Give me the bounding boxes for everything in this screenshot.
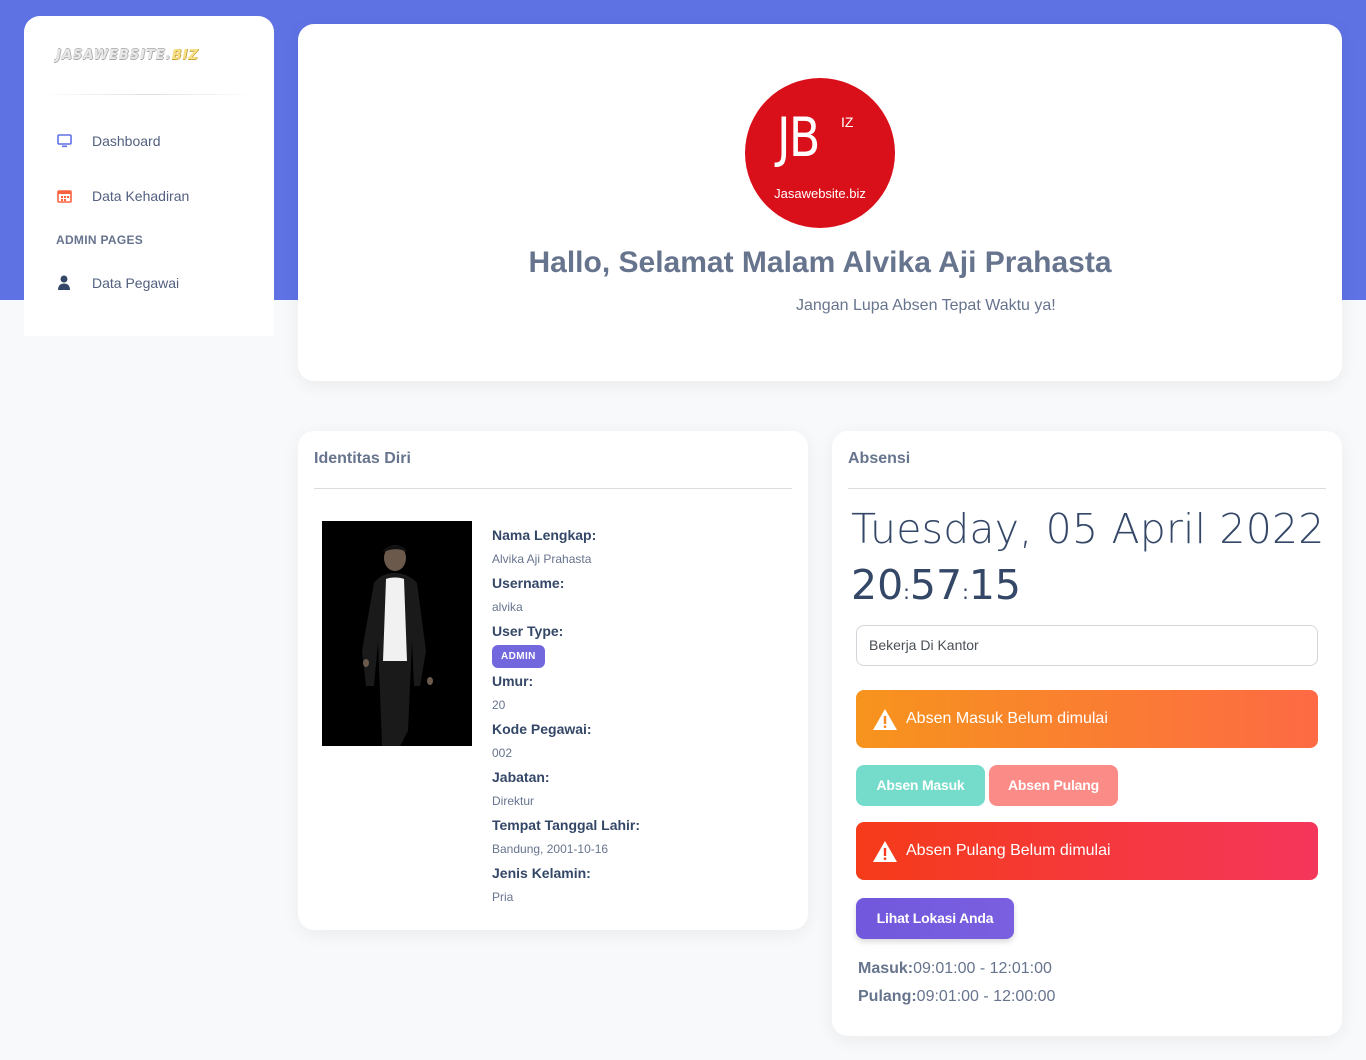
welcome-card: JB IZ Jasawebsite.biz Hallo, Selamat Mal… [298,24,1342,381]
field-value-username: alvika [492,600,523,614]
field-label-umur: Umur: [492,673,534,689]
schedule-pulang-label: Pulang: [858,988,917,1005]
lihat-lokasi-button[interactable]: Lihat Lokasi Anda [856,898,1014,939]
field-value-kode-pegawai: 002 [492,746,513,760]
sidebar-item-label: Data Kehadiran [92,187,190,204]
sidebar-nav: Dashboard Data Kehadiran ADMIN PAGES Dat… [24,95,274,310]
field-label-kode-pegawai: Kode Pegawai: [492,721,592,737]
field-value-jabatan: Direktur [492,794,535,808]
field-value-jenis-kelamin: Pria [492,890,514,904]
company-logo: JB IZ Jasawebsite.biz [745,78,895,228]
field-value-nama: Alvika Aji Prahasta [492,552,592,566]
sidebar-item-label: Dashboard [92,132,161,149]
alert-masuk-text: Absen Masuk Belum dimulai [906,710,1108,727]
current-date: Tuesday, 05 April 2022 [851,505,1325,553]
identity-card-title: Identitas Diri [314,450,411,467]
field-value-umur: 20 [492,698,506,712]
time-hours: 20 [851,561,904,609]
time-seconds: 15 [968,561,1022,609]
identity-fields: Nama Lengkap: Alvika Aji Prahasta Userna… [492,524,792,910]
absen-pulang-button[interactable]: Absen Pulang [989,765,1118,806]
user-icon [56,275,72,291]
schedule-masuk: Masuk:09:01:00 - 12:01:00 [858,960,1052,978]
field-label-ttl: Tempat Tanggal Lahir: [492,817,641,833]
schedule-masuk-label: Masuk: [858,960,914,977]
brand-logo[interactable]: JASAWEBSITE.BIZ [24,16,274,94]
current-time: 20:57:15 [851,561,1021,609]
sidebar-item-label: Data Pegawai [92,274,180,291]
time-separator: : [962,580,969,604]
field-label-nama: Nama Lengkap: [492,527,597,543]
brand-suffix-text: BIZ [171,47,199,63]
absensi-card-title: Absensi [848,450,911,467]
sidebar-section-heading: ADMIN PAGES [56,233,144,247]
time-minutes: 57 [909,561,963,609]
greeting-subtitle: Jangan Lupa Absen Tepat Waktu ya! [796,297,1056,314]
greeting-title: Hallo, Selamat Malam Alvika Aji Prahasta [528,246,1112,279]
logo-superscript: IZ [841,114,854,130]
logo-site-text: Jasawebsite.biz [774,186,866,201]
user-type-badge: ADMIN [492,645,545,668]
field-label-user-type: User Type: [492,623,564,639]
field-label-jabatan: Jabatan: [492,769,550,785]
schedule-masuk-value: 09:01:00 - 12:01:00 [913,960,1052,977]
work-mode-select[interactable]: Bekerja Di Kantor [856,625,1318,666]
logo-initials: JB [777,106,820,169]
sidebar: JASAWEBSITE.BIZ Dashboard Data Kehadiran… [24,16,274,336]
calendar-icon [56,188,72,204]
identity-card-divider [314,488,792,489]
warning-icon [872,840,898,863]
identity-card: Identitas Diri Nama Lengkap: Alvika Aji … [298,431,808,930]
sidebar-item-data-pegawai[interactable]: Data Pegawai [24,255,274,310]
alert-pulang-text: Absen Pulang Belum dimulai [906,842,1111,859]
sidebar-item-data-kehadiran[interactable]: Data Kehadiran [24,168,274,223]
sidebar-item-dashboard[interactable]: Dashboard [24,113,274,168]
schedule-pulang: Pulang:09:01:00 - 12:00:00 [858,988,1055,1006]
field-label-jenis-kelamin: Jenis Kelamin: [492,865,591,881]
alert-absen-pulang: Absen Pulang Belum dimulai [856,822,1318,880]
profile-photo [322,521,472,746]
field-label-username: Username: [492,575,565,591]
warning-icon [872,708,898,731]
brand-main-text: JASAWEBSITE. [56,47,172,63]
time-separator: : [903,580,910,604]
monitor-icon [56,133,72,149]
schedule-pulang-value: 09:01:00 - 12:00:00 [916,988,1056,1005]
alert-absen-masuk: Absen Masuk Belum dimulai [856,690,1318,748]
absen-masuk-button[interactable]: Absen Masuk [856,765,985,806]
absensi-card-divider [848,488,1326,489]
absensi-card: Absensi Tuesday, 05 April 2022 20:57:15 … [832,431,1342,1036]
field-value-ttl: Bandung, 2001-10-16 [492,842,609,856]
